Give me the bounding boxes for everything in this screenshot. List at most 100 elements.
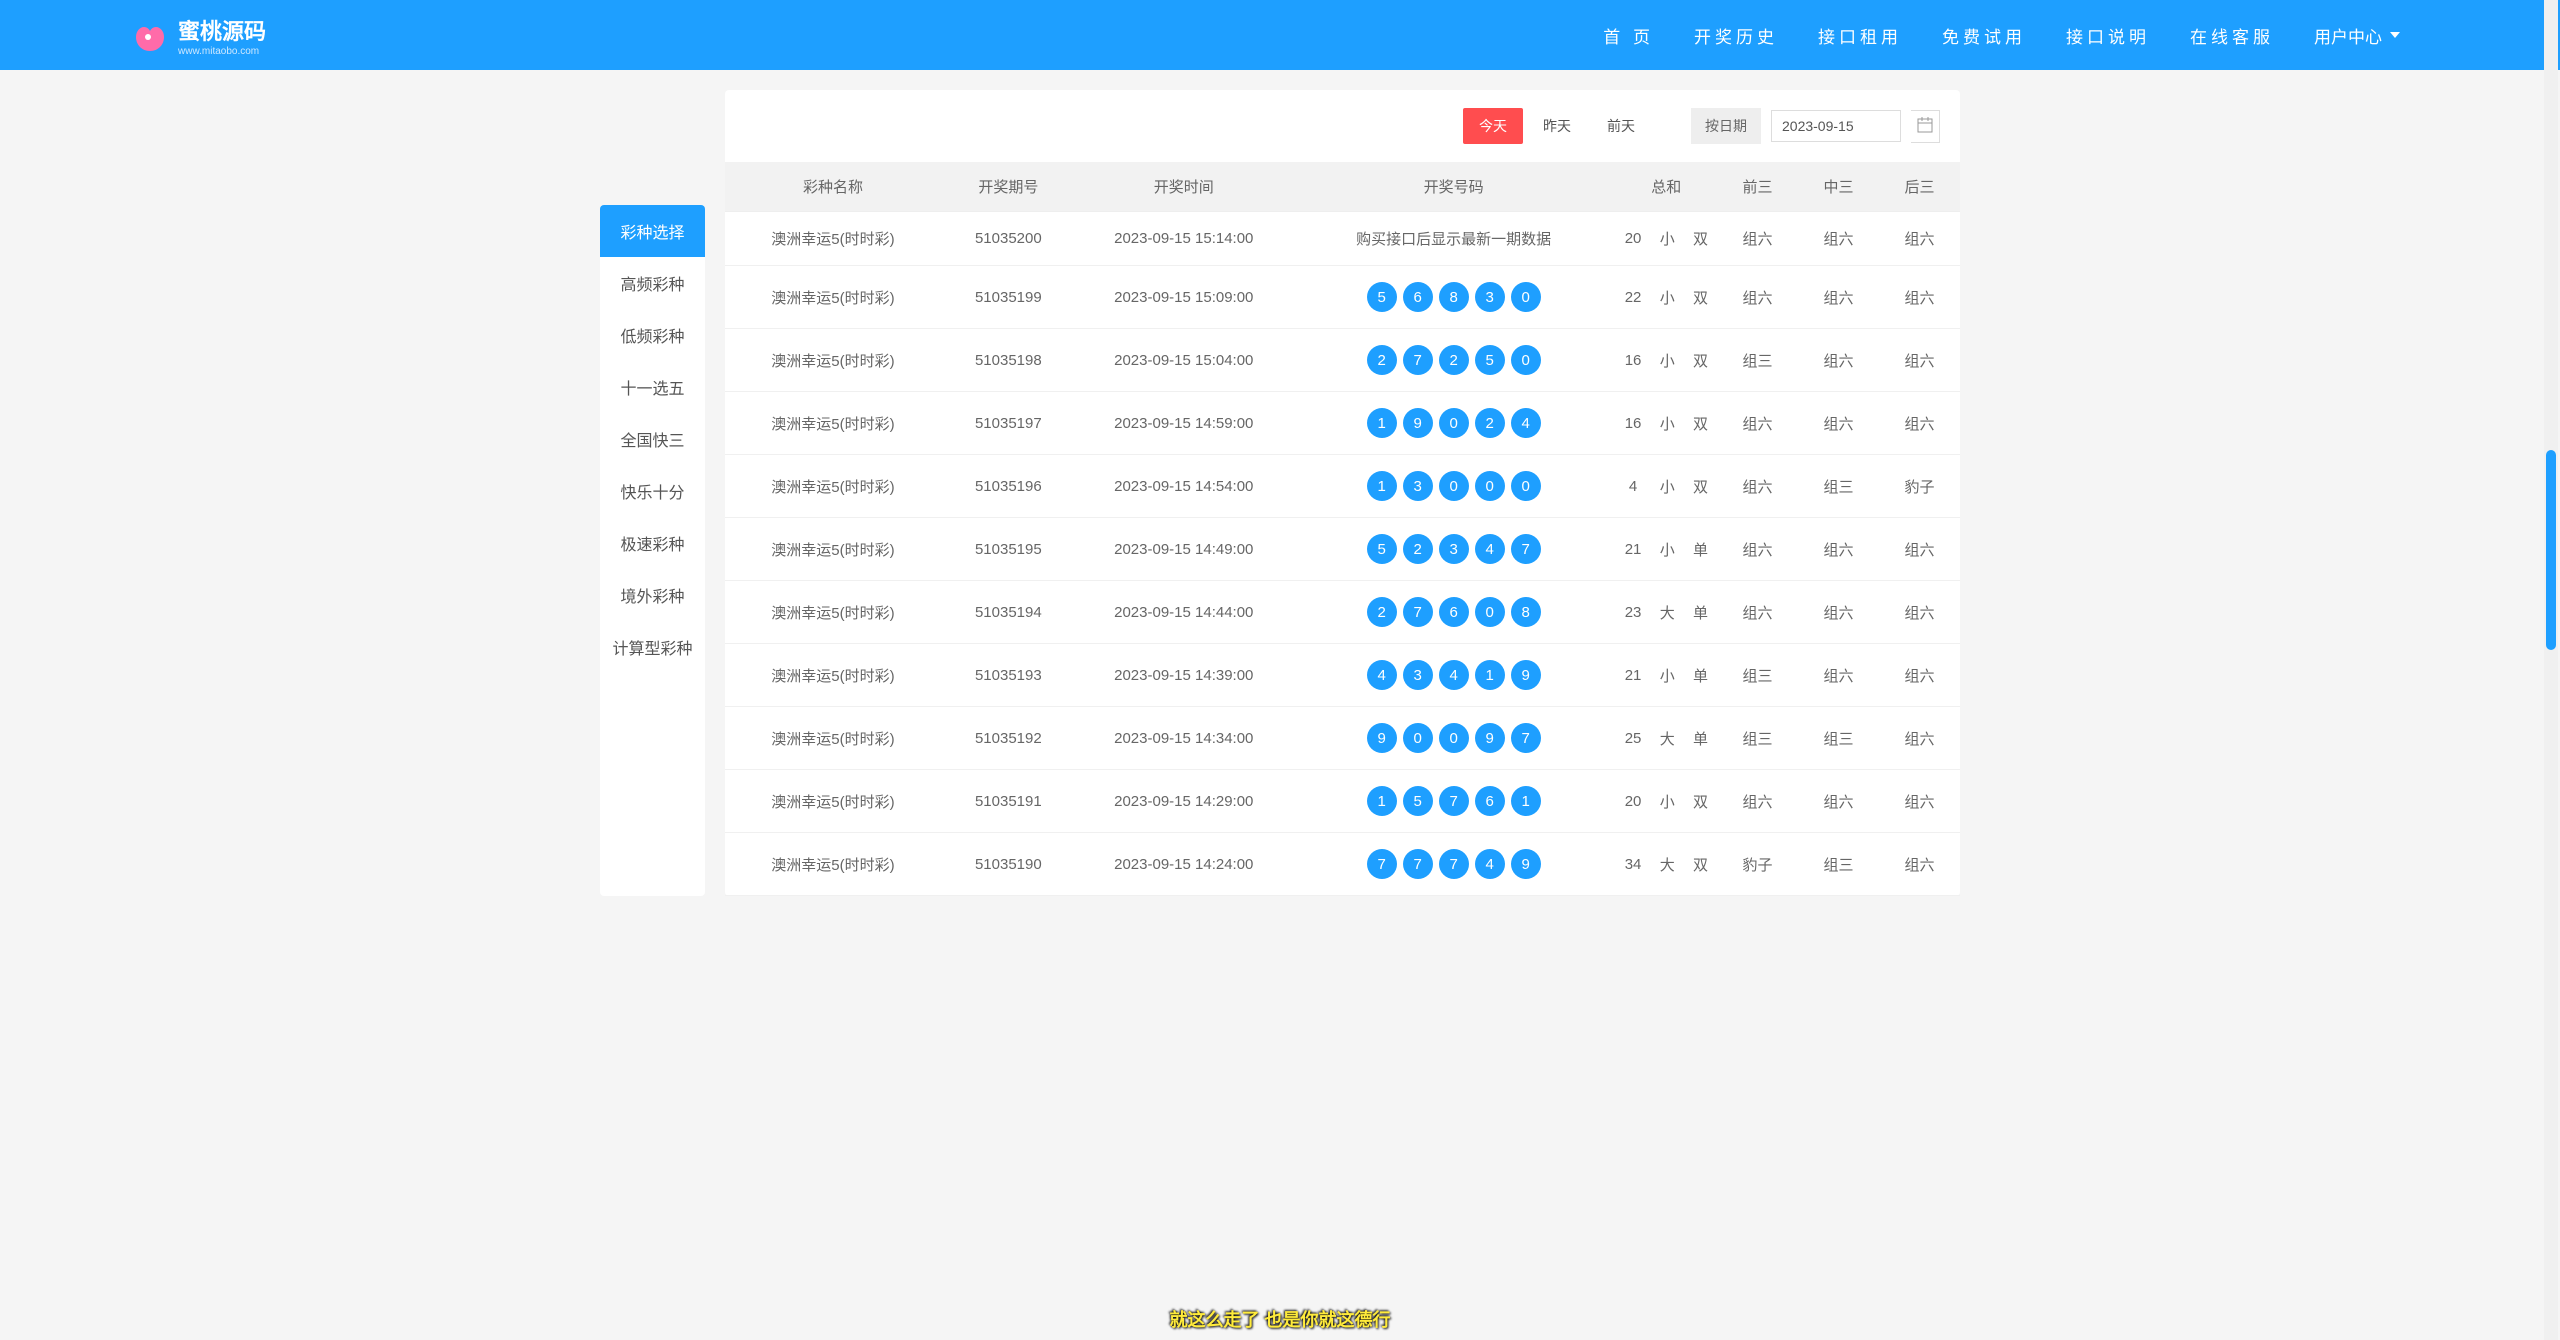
nav-item-0[interactable]: 首 页 (1603, 23, 1654, 48)
cell-m3: 组六 (1798, 266, 1879, 329)
day-button-1[interactable]: 昨天 (1527, 108, 1587, 144)
balls-cell: 27608 (1292, 581, 1616, 644)
number-ball: 0 (1403, 723, 1433, 753)
cell-b3: 组六 (1879, 266, 1960, 329)
logo-subtitle: www.mitaobo.com (178, 46, 266, 57)
day-button-2[interactable]: 前天 (1591, 108, 1651, 144)
cell-b3: 组六 (1879, 392, 1960, 455)
cell-size: 小 (1651, 392, 1684, 455)
cell-b3: 组六 (1879, 581, 1960, 644)
nav-item-4[interactable]: 接口说明 (2066, 23, 2150, 48)
cell-f3: 组三 (1717, 329, 1798, 392)
number-ball: 0 (1475, 597, 1505, 627)
col-header: 中三 (1798, 162, 1879, 212)
table-row: 澳洲幸运5(时时彩)510351942023-09-15 14:44:00276… (725, 581, 1960, 644)
col-header: 总和 (1616, 162, 1718, 212)
balls-cell: 56830 (1292, 266, 1616, 329)
cell-oe: 双 (1684, 212, 1717, 266)
table-row: 澳洲幸运5(时时彩)510352002023-09-15 15:14:00购买接… (725, 212, 1960, 266)
number-ball: 7 (1511, 534, 1541, 564)
number-ball: 3 (1439, 534, 1469, 564)
nav-item-6[interactable]: 用户中心 (2314, 23, 2400, 48)
main-panel: 今天昨天前天 按日期 彩种名称开奖期号开奖时间开奖号码总和前三中三后三 澳洲幸运… (725, 90, 1960, 896)
cell: 澳洲幸运5(时时彩) (725, 644, 941, 707)
cell: 澳洲幸运5(时时彩) (725, 833, 941, 896)
number-ball: 9 (1511, 660, 1541, 690)
sidebar-item-4[interactable]: 全国快三 (600, 413, 705, 465)
cell-sum: 16 (1616, 329, 1651, 392)
calendar-icon[interactable] (1911, 110, 1940, 143)
number-ball: 7 (1403, 849, 1433, 879)
sidebar-item-8[interactable]: 计算型彩种 (600, 621, 705, 673)
day-button-0[interactable]: 今天 (1463, 108, 1523, 144)
cell: 51035200 (941, 212, 1076, 266)
cell-oe: 双 (1684, 455, 1717, 518)
cell-size: 小 (1651, 329, 1684, 392)
number-ball: 9 (1403, 408, 1433, 438)
number-ball: 5 (1403, 786, 1433, 816)
cell-f3: 组六 (1717, 770, 1798, 833)
col-header: 开奖时间 (1076, 162, 1292, 212)
number-ball: 3 (1403, 471, 1433, 501)
col-header: 开奖号码 (1292, 162, 1616, 212)
table-row: 澳洲幸运5(时时彩)510351962023-09-15 14:54:00130… (725, 455, 1960, 518)
cell-m3: 组六 (1798, 212, 1879, 266)
number-ball: 9 (1367, 723, 1397, 753)
table-row: 澳洲幸运5(时时彩)510351902023-09-15 14:24:00777… (725, 833, 1960, 896)
number-ball: 0 (1511, 345, 1541, 375)
sidebar-item-3[interactable]: 十一选五 (600, 361, 705, 413)
number-ball: 4 (1439, 660, 1469, 690)
cell-f3: 组六 (1717, 212, 1798, 266)
cell-oe: 双 (1684, 770, 1717, 833)
logo-title: 蜜桃源码 (178, 14, 266, 46)
nav-item-1[interactable]: 开奖历史 (1694, 23, 1778, 48)
balls-cell: 43419 (1292, 644, 1616, 707)
sidebar-item-7[interactable]: 境外彩种 (600, 569, 705, 621)
scrollbar-track[interactable] (2544, 0, 2558, 1340)
col-header: 前三 (1717, 162, 1798, 212)
number-ball: 7 (1403, 345, 1433, 375)
table-row: 澳洲幸运5(时时彩)510351982023-09-15 15:04:00272… (725, 329, 1960, 392)
cell: 2023-09-15 14:49:00 (1076, 518, 1292, 581)
cell: 51035198 (941, 329, 1076, 392)
cell-b3: 豹子 (1879, 455, 1960, 518)
cell: 澳洲幸运5(时时彩) (725, 770, 941, 833)
cell: 2023-09-15 14:34:00 (1076, 707, 1292, 770)
number-ball: 3 (1403, 660, 1433, 690)
sidebar-item-6[interactable]: 极速彩种 (600, 517, 705, 569)
nav-item-2[interactable]: 接口租用 (1818, 23, 1902, 48)
cell-size: 小 (1651, 212, 1684, 266)
cell-sum: 21 (1616, 518, 1651, 581)
number-ball: 1 (1475, 660, 1505, 690)
cell: 澳洲幸运5(时时彩) (725, 581, 941, 644)
date-input[interactable] (1771, 110, 1901, 142)
sidebar-item-1[interactable]: 高频彩种 (600, 257, 705, 309)
cell-b3: 组六 (1879, 518, 1960, 581)
cell: 澳洲幸运5(时时彩) (725, 266, 941, 329)
cell: 2023-09-15 14:29:00 (1076, 770, 1292, 833)
number-ball: 0 (1511, 471, 1541, 501)
cell-m3: 组三 (1798, 707, 1879, 770)
sidebar-item-0[interactable]: 彩种选择 (600, 205, 705, 257)
cell: 2023-09-15 15:14:00 (1076, 212, 1292, 266)
cell: 51035195 (941, 518, 1076, 581)
col-header: 后三 (1879, 162, 1960, 212)
sidebar-item-5[interactable]: 快乐十分 (600, 465, 705, 517)
cell-b3: 组六 (1879, 833, 1960, 896)
table-row: 澳洲幸运5(时时彩)510351922023-09-15 14:34:00900… (725, 707, 1960, 770)
cell-oe: 单 (1684, 581, 1717, 644)
number-ball: 8 (1439, 282, 1469, 312)
nav-item-5[interactable]: 在线客服 (2190, 23, 2274, 48)
cell-b3: 组六 (1879, 707, 1960, 770)
scrollbar-thumb[interactable] (2546, 450, 2556, 650)
number-ball: 7 (1439, 849, 1469, 879)
cell-f3: 组六 (1717, 266, 1798, 329)
balls-cell: 90097 (1292, 707, 1616, 770)
cell: 51035196 (941, 455, 1076, 518)
cell-m3: 组三 (1798, 833, 1879, 896)
nav-item-3[interactable]: 免费试用 (1942, 23, 2026, 48)
cell-m3: 组六 (1798, 392, 1879, 455)
video-subtitle: 就这么走了 也是你就这德行 (1170, 1306, 1391, 1332)
sidebar-item-2[interactable]: 低频彩种 (600, 309, 705, 361)
logo[interactable]: 蜜桃源码 www.mitaobo.com (130, 14, 266, 57)
